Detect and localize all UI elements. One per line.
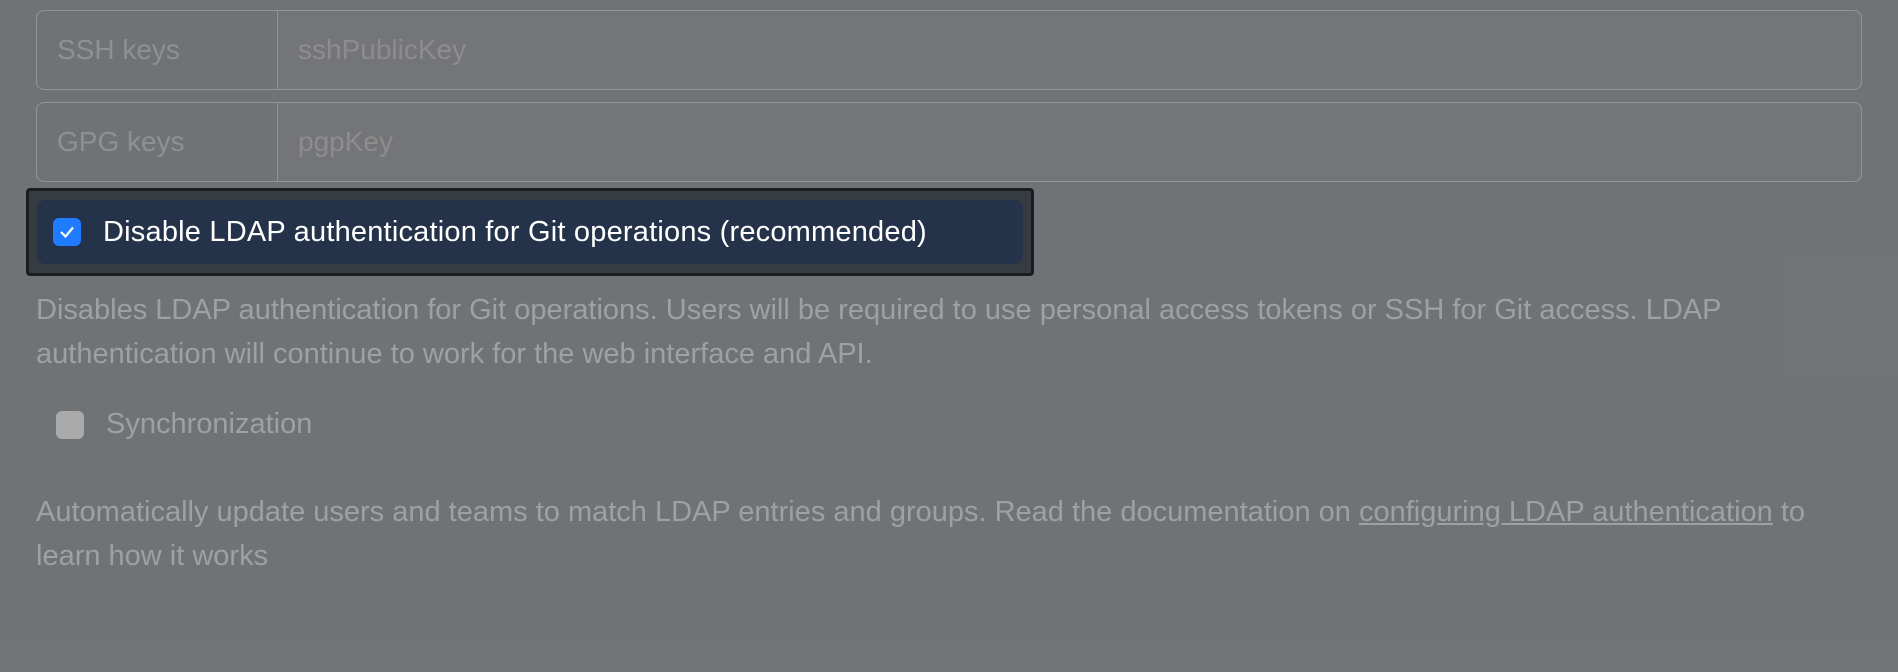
- disable-ldap-row[interactable]: Disable LDAP authentication for Git oper…: [37, 200, 1023, 264]
- synchronization-checkbox[interactable]: [56, 411, 84, 439]
- disable-ldap-description: Disables LDAP authentication for Git ope…: [36, 288, 1838, 376]
- ssh-keys-label: SSH keys: [37, 11, 278, 89]
- gpg-keys-label: GPG keys: [37, 103, 278, 181]
- sync-description-text-1: Automatically update users and teams to …: [36, 496, 1359, 528]
- synchronization-label: Synchronization: [106, 408, 312, 441]
- disable-ldap-label: Disable LDAP authentication for Git oper…: [103, 216, 927, 249]
- disable-ldap-highlight-frame: Disable LDAP authentication for Git oper…: [26, 188, 1034, 276]
- ssh-keys-field-row: SSH keys: [36, 10, 1862, 90]
- ssh-keys-input[interactable]: [278, 11, 1861, 89]
- synchronization-description: Automatically update users and teams to …: [36, 490, 1838, 578]
- disable-ldap-checkbox[interactable]: [53, 218, 81, 246]
- checkmark-icon: [58, 223, 76, 241]
- gpg-keys-input[interactable]: [278, 103, 1861, 181]
- configuring-ldap-link[interactable]: configuring LDAP authentication: [1359, 496, 1773, 528]
- synchronization-row[interactable]: Synchronization: [56, 408, 312, 441]
- ldap-settings-page: SSH keys GPG keys Disables LDAP authenti…: [0, 0, 1898, 672]
- gpg-keys-field-row: GPG keys: [36, 102, 1862, 182]
